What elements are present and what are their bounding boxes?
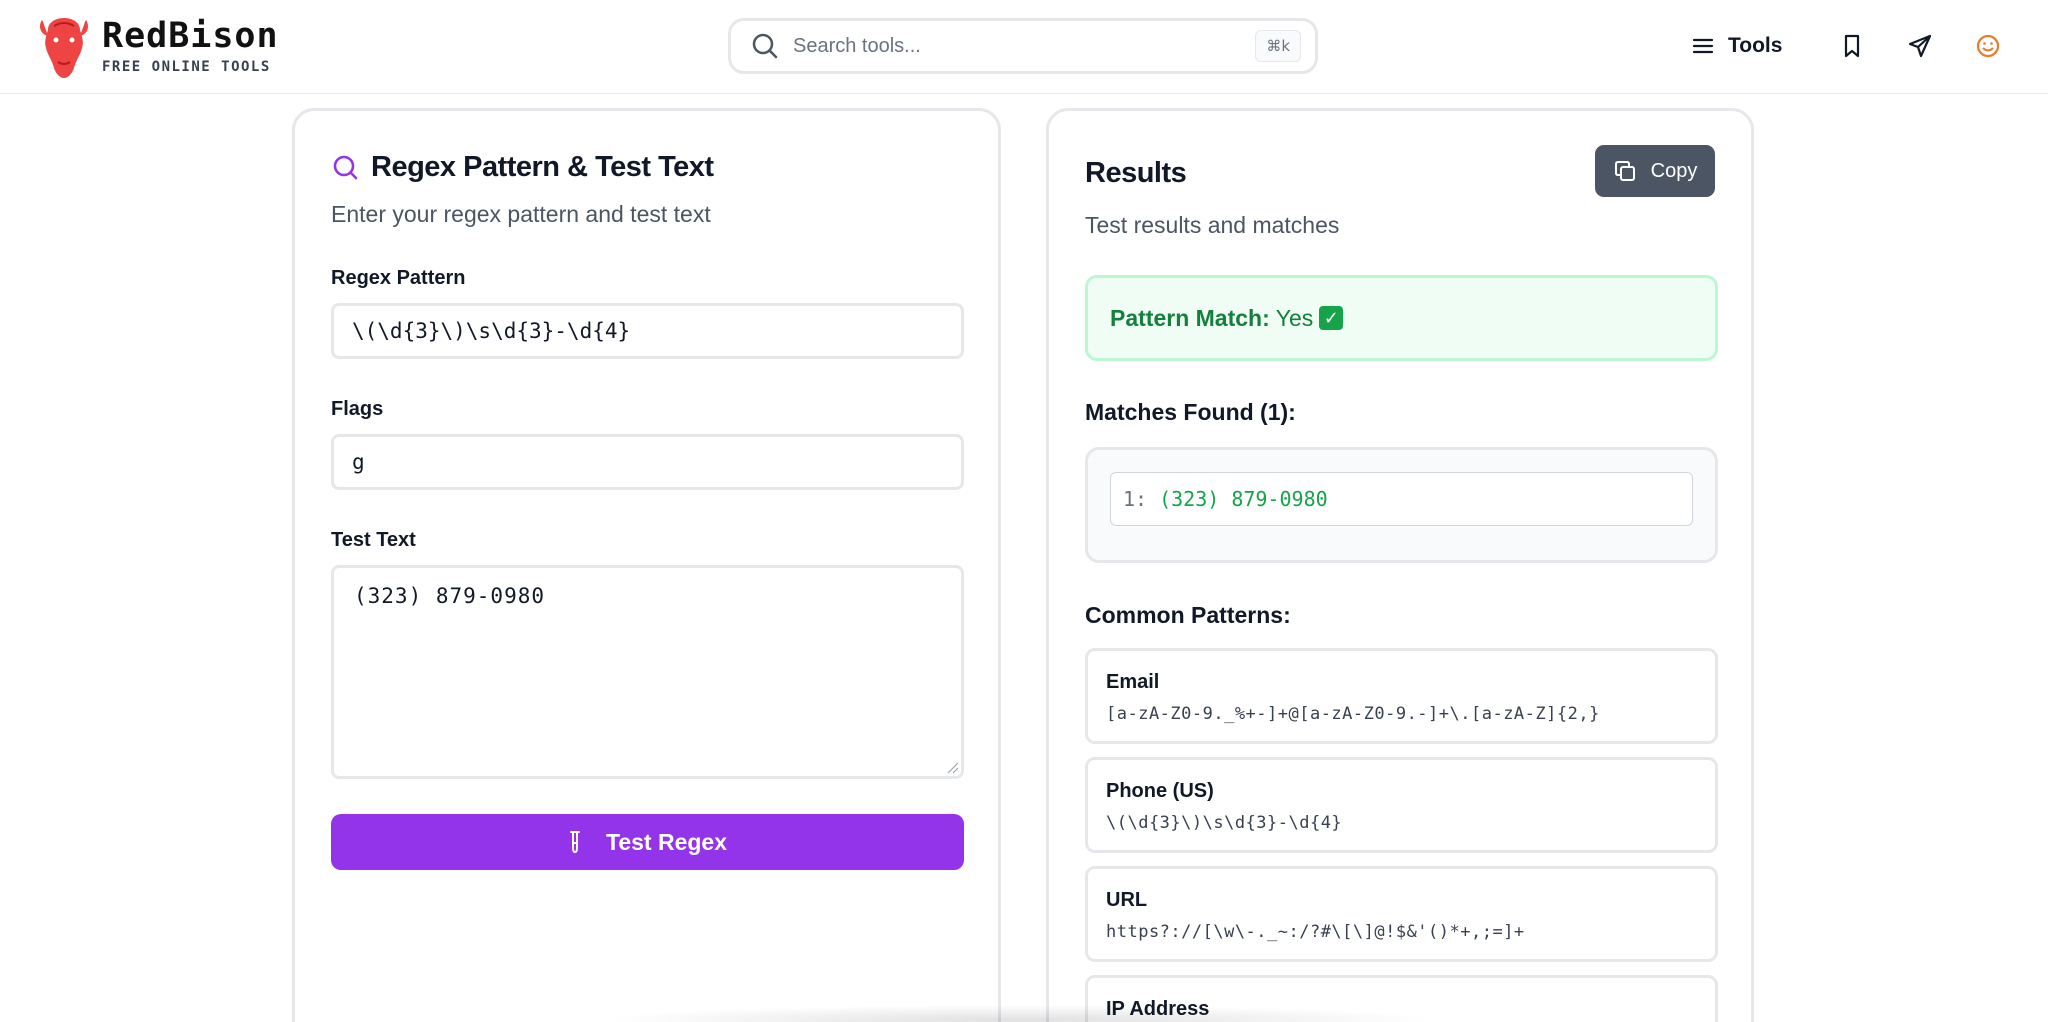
- send-icon[interactable]: [1906, 32, 1934, 60]
- test-regex-label: Test Regex: [605, 828, 727, 855]
- card-subtitle: Enter your regex pattern and test text: [331, 201, 711, 227]
- pattern-name: Email: [1106, 671, 1160, 693]
- results-title: Results: [1085, 157, 1187, 189]
- test-tube-icon: [569, 831, 580, 854]
- brand-text: RedBison FREE ONLINE TOOLS: [102, 17, 279, 75]
- bottom-shadow: [600, 1005, 1440, 1022]
- search-icon: [333, 155, 358, 179]
- copy-icon: [1614, 161, 1635, 181]
- top-header: RedBison FREE ONLINE TOOLS Search tools.…: [0, 0, 2048, 94]
- bison-logo-icon: [40, 18, 88, 78]
- copy-button[interactable]: Copy: [1595, 145, 1715, 197]
- test-regex-button[interactable]: Test Regex: [331, 814, 964, 870]
- matches-list: 1: (323) 879-0980: [1085, 447, 1718, 563]
- results-card: Results Copy Test results and matches Pa…: [1046, 108, 1754, 1022]
- regex-input-card: Regex Pattern & Test Text Enter your reg…: [292, 108, 1001, 1022]
- pattern-item-email[interactable]: Email [a-zA-Z0-9._%+-]+@[a-zA-Z0-9.-]+\.…: [1085, 648, 1718, 744]
- smile-icon[interactable]: [1974, 32, 2002, 60]
- search-icon: [752, 33, 778, 59]
- pattern-regex: https?://[\w\-._~:/?#\[\]@!$&'()*+,;=]+: [1106, 922, 1525, 942]
- brand-title: RedBison: [102, 16, 279, 56]
- regex-pattern-label: Regex Pattern: [331, 267, 466, 289]
- tools-label: Tools: [1728, 34, 1783, 57]
- match-item: 1: (323) 879-0980: [1110, 472, 1693, 526]
- test-text-area[interactable]: (323) 879-0980: [331, 565, 964, 779]
- results-subtitle: Test results and matches: [1085, 212, 1340, 238]
- bookmark-icon[interactable]: [1838, 32, 1866, 60]
- flags-input[interactable]: g: [331, 434, 964, 490]
- pattern-name: Phone (US): [1106, 780, 1214, 802]
- search-input[interactable]: Search tools... ⌘k: [728, 18, 1318, 74]
- pattern-match-label: Pattern Match:: [1110, 304, 1270, 331]
- resize-handle-icon[interactable]: [945, 760, 959, 774]
- left-title-row: Regex Pattern & Test Text: [331, 151, 714, 184]
- tools-menu-button[interactable]: Tools: [1692, 30, 1782, 62]
- regex-pattern-input[interactable]: \(\d{3}\)\s\d{3}-\d{4}: [331, 303, 964, 359]
- check-mark-icon: ✓: [1319, 306, 1344, 330]
- pattern-regex: \(\d{3}\)\s\d{3}-\d{4}: [1106, 813, 1343, 833]
- matches-heading: Matches Found (1):: [1085, 399, 1296, 425]
- brand-subtitle: FREE ONLINE TOOLS: [102, 59, 271, 75]
- match-text: (323) 879-0980: [1159, 487, 1328, 511]
- menu-icon: [1692, 38, 1714, 54]
- test-text-value: (323) 879-0980: [354, 584, 546, 608]
- test-text-label: Test Text: [331, 529, 416, 551]
- pattern-match-status: Pattern Match: Yes ✓: [1085, 275, 1718, 361]
- pattern-name: URL: [1106, 889, 1148, 911]
- pattern-match-value: Yes: [1275, 304, 1314, 331]
- brand-logo[interactable]: RedBison FREE ONLINE TOOLS: [36, 12, 279, 80]
- search-shortcut-badge: ⌘k: [1255, 30, 1301, 62]
- common-patterns-heading: Common Patterns:: [1085, 602, 1291, 628]
- copy-label: Copy: [1650, 159, 1698, 182]
- pattern-regex: [a-zA-Z0-9._%+-]+@[a-zA-Z0-9.-]+\.[a-zA-…: [1106, 704, 1600, 724]
- search-placeholder: Search tools...: [793, 34, 921, 57]
- pattern-item-phone[interactable]: Phone (US) \(\d{3}\)\s\d{3}-\d{4}: [1085, 757, 1718, 853]
- flags-label: Flags: [331, 398, 384, 420]
- pattern-item-url[interactable]: URL https?://[\w\-._~:/?#\[\]@!$&'()*+,;…: [1085, 866, 1718, 962]
- match-index: 1:: [1123, 487, 1148, 511]
- card-title: Regex Pattern & Test Text: [371, 151, 714, 183]
